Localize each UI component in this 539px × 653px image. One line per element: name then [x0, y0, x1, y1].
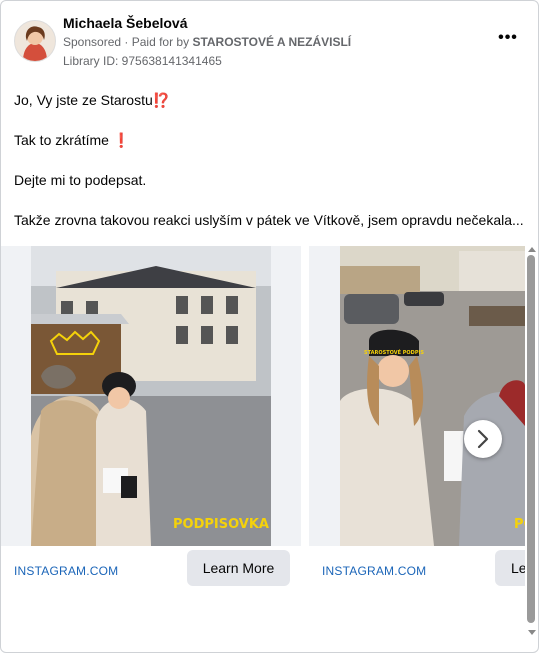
- post-line-2: Tak to zkrátíme ❗: [14, 132, 131, 148]
- source-domain-2[interactable]: INSTAGRAM.COM: [322, 564, 426, 578]
- vertical-scrollbar[interactable]: [525, 245, 538, 641]
- scroll-up-arrow-icon[interactable]: [528, 247, 536, 252]
- ad-carousel: PODPISOVKA INSTAGRAM.COM Learn More STAR…: [1, 246, 525, 598]
- learn-more-button-1[interactable]: Learn More: [187, 550, 290, 586]
- post-line-4: Takže zrovna takovou reakci uslyším v pá…: [14, 212, 524, 228]
- post-line-3: Dejte mi to podepsat.: [14, 172, 147, 188]
- chevron-right-icon: [477, 429, 489, 449]
- ad-card: Michaela Šebelová Sponsored · Paid for b…: [0, 0, 539, 653]
- street-photo-2: STAROSTOVÉ PODPIS PODPISOVKA: [309, 246, 525, 546]
- more-options-icon[interactable]: •••: [496, 30, 520, 51]
- carousel-image-2[interactable]: STAROSTOVÉ PODPIS PODPISOVKA: [309, 246, 525, 546]
- sponsored-label: Sponsored: [63, 35, 122, 49]
- avatar[interactable]: [14, 20, 56, 62]
- interrobang-icon: ⁉️: [152, 92, 171, 108]
- paid-for-label: · Paid for by: [124, 35, 190, 49]
- street-photo-1: PODPISOVKA: [1, 246, 301, 546]
- payer-name: STAROSTOVÉ A NEZÁVISLÍ: [192, 35, 352, 49]
- post-header: Michaela Šebelová Sponsored · Paid for b…: [1, 1, 538, 76]
- exclamation-icon: ❗: [112, 132, 131, 148]
- hat-text-2: STAROSTOVÉ PODPIS: [364, 348, 424, 356]
- sticker-text-1: PODPISOVKA: [173, 517, 269, 532]
- source-domain-1[interactable]: INSTAGRAM.COM: [14, 564, 118, 578]
- learn-more-button-2[interactable]: Learn More: [495, 550, 525, 586]
- sticker-text-2: PODPISOVKA: [514, 517, 525, 532]
- post-text: Jo, Vy jste ze Starostu⁉️ Tak to zkrátím…: [14, 90, 524, 250]
- avatar-photo: [15, 21, 55, 61]
- post-line-1: Jo, Vy jste ze Starostu⁉️: [14, 92, 171, 108]
- scroll-down-arrow-icon[interactable]: [528, 630, 536, 635]
- carousel-card-1[interactable]: PODPISOVKA INSTAGRAM.COM Learn More: [1, 246, 301, 598]
- carousel-next-button[interactable]: [464, 420, 502, 458]
- scrollbar-thumb[interactable]: [527, 255, 535, 623]
- sponsored-line: Sponsored · Paid for by STAROSTOVÉ A NEZ…: [63, 35, 351, 49]
- library-id: Library ID: 975638141341465: [63, 54, 222, 68]
- author-name[interactable]: Michaela Šebelová: [63, 15, 188, 31]
- carousel-image-1[interactable]: PODPISOVKA: [1, 246, 301, 546]
